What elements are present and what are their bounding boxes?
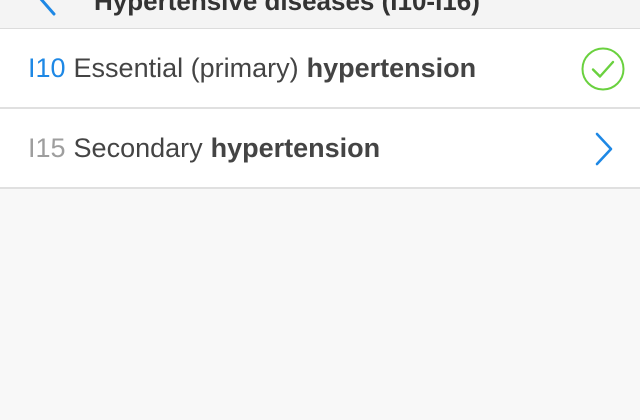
page-title: Hypertensive diseases (I10-I16) (94, 0, 480, 16)
list-item-i10[interactable]: I10 Essential (primary) hypertension (0, 29, 640, 109)
check-circle-icon (581, 47, 625, 91)
item-label: Essential (primary) (73, 53, 299, 83)
list-item-i15[interactable]: I15 Secondary hypertension (0, 109, 640, 189)
app-header: Hypertensive diseases (I10-I16) (0, 0, 640, 29)
list-item-text: I15 Secondary hypertension (28, 109, 380, 187)
chevron-left-icon (39, 0, 56, 16)
item-term: hypertension (210, 133, 381, 163)
icd-code: I10 (28, 53, 66, 83)
icd-code: I15 (28, 133, 66, 163)
back-button[interactable] (28, 0, 68, 18)
item-label: Secondary (73, 133, 203, 163)
item-term: hypertension (306, 53, 477, 83)
chevron-right-icon (595, 132, 613, 166)
list-item-text: I10 Essential (primary) hypertension (28, 29, 476, 107)
code-list: I10 Essential (primary) hypertension I15 Se… (0, 29, 640, 189)
